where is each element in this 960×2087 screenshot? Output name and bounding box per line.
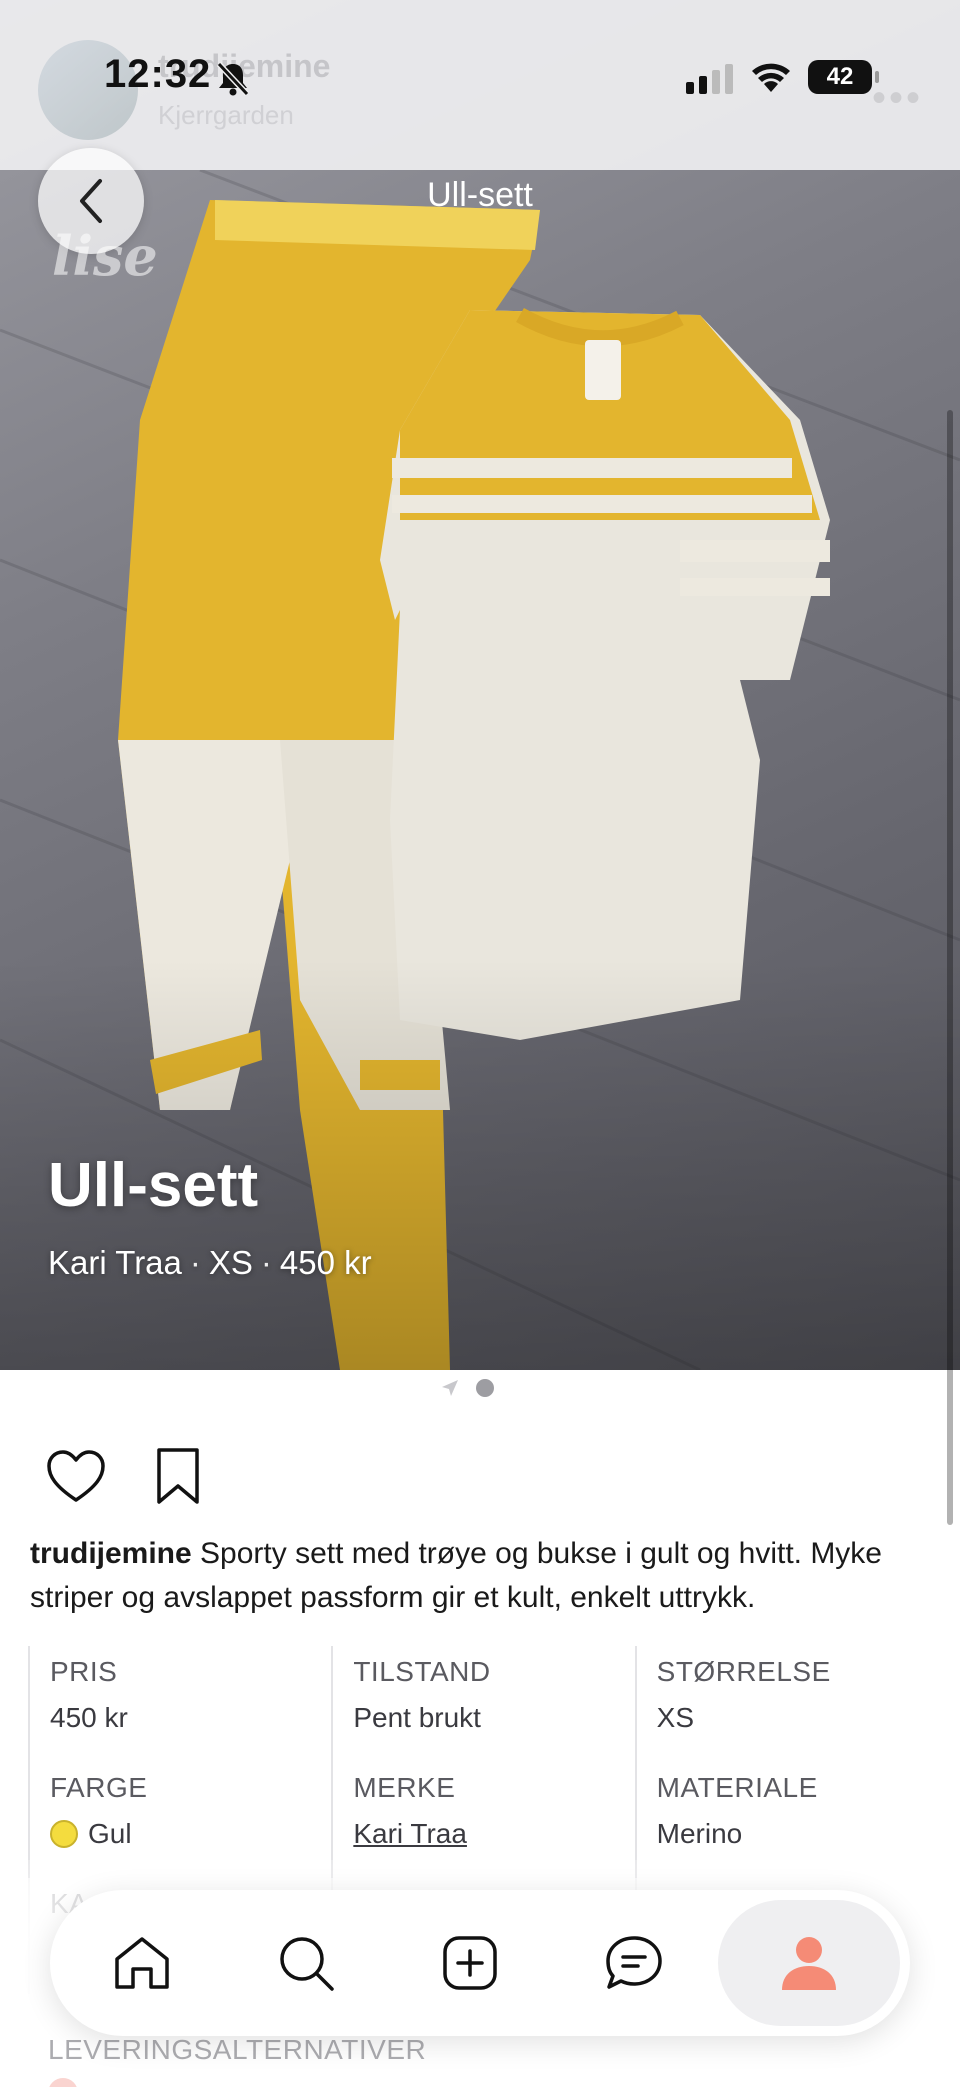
delivery-heading: LEVERINGSALTERNATIVER xyxy=(48,2034,427,2065)
wifi-icon xyxy=(752,63,790,92)
post-username[interactable]: trudijemine xyxy=(30,1537,192,1570)
tab-messages[interactable] xyxy=(552,1900,716,2026)
nav-title: Ull-sett xyxy=(427,176,533,214)
listing-description: trudijemine Sporty sett med trøye og buk… xyxy=(30,1532,940,1620)
bell-off-icon xyxy=(216,61,250,96)
listing-title: Ull-sett xyxy=(48,1151,259,1220)
save-button[interactable] xyxy=(146,1444,210,1508)
detail-label: MATERIALE xyxy=(656,1772,818,1803)
status-bar: trudijemine Kjerrgarden ••• 12:32 42 xyxy=(0,0,960,170)
listing-summary: Kari Traa · XS · 450 kr xyxy=(48,1244,372,1282)
image-pager[interactable] xyxy=(440,1378,494,1398)
seller-location: Kjerrgarden xyxy=(158,100,294,130)
separator: · xyxy=(189,1244,201,1281)
detail-size: STØRRELSE XS xyxy=(634,1646,938,1762)
detail-label: MERKE xyxy=(353,1772,456,1803)
tab-bar xyxy=(50,1890,910,2036)
bookmark-icon xyxy=(157,1448,199,1504)
battery-icon: 42 xyxy=(808,60,879,94)
search-icon xyxy=(280,1937,334,1991)
heart-icon xyxy=(47,1450,105,1502)
separator: · xyxy=(260,1244,272,1281)
status-time: 12:32 xyxy=(104,52,212,96)
tab-add[interactable] xyxy=(388,1900,552,2026)
cellular-signal-icon xyxy=(686,62,733,94)
detail-value: Merino xyxy=(656,1818,743,1849)
detail-value: Pent brukt xyxy=(353,1702,481,1733)
listing-size: XS xyxy=(208,1244,253,1281)
listing-brand: Kari Traa xyxy=(48,1244,182,1281)
add-icon xyxy=(443,1936,497,1990)
pager-dot-active[interactable] xyxy=(476,1379,494,1397)
location-arrow-icon xyxy=(442,1380,458,1396)
home-icon xyxy=(115,1937,169,1989)
like-button[interactable] xyxy=(44,1444,108,1508)
hero-image[interactable]: trudijemine Kjerrgarden ••• 12:32 42 Ull… xyxy=(0,0,960,1370)
detail-label: STØRRELSE xyxy=(656,1656,831,1687)
detail-value: 450 kr xyxy=(50,1702,128,1733)
detail-condition: TILSTAND Pent brukt xyxy=(331,1646,634,1762)
more-icon[interactable]: ••• xyxy=(872,76,923,121)
post-actions xyxy=(44,1444,210,1508)
tab-profile[interactable] xyxy=(718,1900,900,2026)
brand-link[interactable]: Kari Traa xyxy=(353,1818,634,1850)
tab-home[interactable] xyxy=(60,1900,224,2026)
tab-search[interactable] xyxy=(224,1900,388,2026)
watermark-logo: lise xyxy=(52,224,158,288)
detail-price: PRIS 450 kr xyxy=(28,1646,331,1762)
scrollbar[interactable] xyxy=(947,410,953,1525)
color-name: Gul xyxy=(88,1818,132,1849)
details-row: PRIS 450 kr TILSTAND Pent brukt STØRRELS… xyxy=(28,1646,938,1762)
profile-icon xyxy=(782,1937,836,1990)
detail-label: FARGE xyxy=(50,1772,148,1803)
listing-price: 450 kr xyxy=(279,1244,372,1281)
detail-label: TILSTAND xyxy=(353,1656,491,1687)
color-swatch xyxy=(50,1820,78,1848)
detail-label: PRIS xyxy=(50,1656,118,1687)
detail-value: XS xyxy=(656,1702,695,1733)
detail-value: Gul xyxy=(50,1818,331,1850)
messages-icon xyxy=(606,1936,662,1989)
